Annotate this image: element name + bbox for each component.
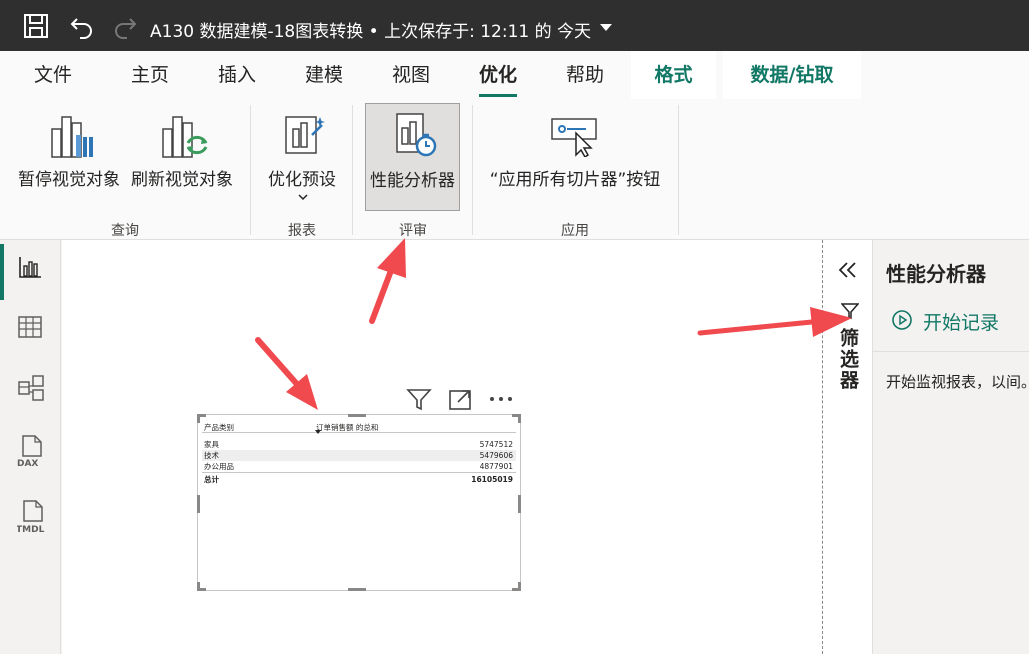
nav-report-view[interactable] <box>0 240 61 300</box>
filter-icon <box>841 303 859 320</box>
tab-home[interactable]: 主页 <box>131 51 169 99</box>
group-label-review: 评审 <box>399 223 427 239</box>
play-circle-icon <box>892 310 912 330</box>
filter-pane-collapsed[interactable]: 筛选器 <box>822 240 872 654</box>
refresh-visuals-icon <box>162 116 208 158</box>
cell-category: 技术 <box>204 451 219 460</box>
pause-visuals-icon <box>51 116 93 158</box>
group-label-report: 报表 <box>288 223 316 239</box>
apply-all-slicers-label: “应用所有切片器”按钮 <box>489 170 661 190</box>
table-view-icon <box>18 316 42 338</box>
resize-handle[interactable] <box>197 414 200 423</box>
tab-view[interactable]: 视图 <box>392 51 430 99</box>
performance-analyzer-icon <box>396 113 437 157</box>
resize-handle[interactable] <box>197 495 200 513</box>
svg-text:TMDL: TMDL <box>17 525 45 535</box>
save-icon[interactable] <box>23 13 49 39</box>
table-header: 产品类别 订单销售额 的总和 <box>202 419 516 434</box>
dax-query-view-icon: DAX <box>17 435 42 468</box>
svg-text:DAX: DAX <box>17 459 38 468</box>
focus-mode-icon[interactable] <box>448 387 472 411</box>
nav-dax-query-view[interactable]: DAX <box>0 420 61 478</box>
performance-analyzer-label: 性能分析器 <box>370 171 455 191</box>
cell-total-value: 16105019 <box>471 475 513 484</box>
tab-format[interactable]: 格式 <box>631 51 716 99</box>
group-separator <box>678 105 679 235</box>
resize-handle[interactable] <box>518 414 521 423</box>
model-view-icon <box>18 375 44 401</box>
nav-model-view[interactable] <box>0 360 61 418</box>
performance-analyzer-button[interactable]: 性能分析器 <box>365 103 460 211</box>
more-options-icon[interactable] <box>488 395 514 403</box>
table-row: 技术 5479606 <box>202 450 516 461</box>
divider <box>873 351 1029 352</box>
cell-category: 办公用品 <box>204 462 234 471</box>
tab-help[interactable]: 帮助 <box>566 51 604 99</box>
apply-all-slicers-icon <box>551 118 597 157</box>
left-nav: DAX TMDL <box>0 240 61 654</box>
pause-visuals-button[interactable]: 暂停视觉对象 <box>10 103 128 211</box>
resize-handle[interactable] <box>197 582 200 591</box>
table-row: 家具 5747512 <box>202 439 516 450</box>
resize-handle[interactable] <box>348 414 366 417</box>
title-bar: A130 数据建模-18图表转换 • 上次保存于: 12:11 的 今天 <box>0 0 1029 51</box>
tab-insert[interactable]: 插入 <box>218 51 256 99</box>
table-total-row: 总计 16105019 <box>202 472 516 486</box>
group-label-apply: 应用 <box>561 223 589 239</box>
group-separator <box>250 105 251 235</box>
expand-chevrons-icon[interactable] <box>837 260 859 280</box>
tab-modeling[interactable]: 建模 <box>305 51 343 99</box>
undo-icon[interactable] <box>69 13 95 39</box>
redo-icon[interactable] <box>112 13 138 39</box>
start-recording-label: 开始记录 <box>923 312 1000 334</box>
data-table: 产品类别 订单销售额 的总和 家具 5747512 技术 5479606 办公用… <box>202 419 516 486</box>
document-title: A130 数据建模-18图表转换 • 上次保存于: 12:11 的 今天 <box>150 22 592 42</box>
cell-category: 家具 <box>204 440 219 449</box>
apply-all-slicers-button[interactable]: “应用所有切片器”按钮 <box>482 103 668 211</box>
filter-icon[interactable] <box>406 387 432 411</box>
optimize-presets-icon <box>285 116 325 154</box>
cell-value: 5479606 <box>479 451 513 460</box>
ribbon: 暂停视觉对象 刷新视觉对象 查询 优化预设 报表 性能分析器 评审 “应用所有切… <box>0 99 1029 240</box>
group-label-query: 查询 <box>111 223 139 239</box>
cell-total-label: 总计 <box>204 475 219 484</box>
performance-analyzer-pane: 性能分析器 开始记录 开始监视报表，以间。 <box>872 240 1029 654</box>
pane-title: 性能分析器 <box>886 262 986 286</box>
dropdown-caret-icon[interactable] <box>600 24 612 31</box>
refresh-visuals-label: 刷新视觉对象 <box>131 170 233 190</box>
table-visual[interactable]: 产品类别 订单销售额 的总和 家具 5747512 技术 5479606 办公用… <box>197 414 521 591</box>
ribbon-tabs: 文件 主页 插入 建模 视图 优化 帮助 格式 数据/钻取 <box>0 51 1029 99</box>
tab-optimize[interactable]: 优化 <box>479 51 518 99</box>
tmdl-view-icon: TMDL <box>17 500 45 535</box>
pause-visuals-label: 暂停视觉对象 <box>18 170 120 190</box>
optimize-presets-label: 优化预设 <box>268 170 336 190</box>
chevron-down-icon <box>298 194 308 201</box>
nav-table-view[interactable] <box>0 300 61 358</box>
group-separator <box>472 105 473 235</box>
tab-file[interactable]: 文件 <box>34 51 72 99</box>
resize-handle[interactable] <box>518 582 521 591</box>
tab-data-drill[interactable]: 数据/钻取 <box>723 51 861 99</box>
column-header-category[interactable]: 产品类别 <box>204 422 234 433</box>
report-view-icon <box>19 257 41 278</box>
table-row: 办公用品 4877901 <box>202 461 516 472</box>
filter-pane-label: 筛选器 <box>837 328 859 391</box>
resize-handle[interactable] <box>348 588 366 591</box>
visual-header <box>400 385 520 413</box>
optimize-presets-button[interactable]: 优化预设 <box>260 103 344 211</box>
refresh-visuals-button[interactable]: 刷新视觉对象 <box>126 103 238 211</box>
column-header-sales[interactable]: 订单销售额 的总和 <box>316 422 378 433</box>
resize-handle[interactable] <box>518 495 521 513</box>
nav-tmdl-view[interactable]: TMDL <box>0 485 61 543</box>
cell-value: 4877901 <box>479 462 513 471</box>
cell-value: 5747512 <box>479 440 513 449</box>
pane-description: 开始监视报表，以间。 <box>886 373 1029 391</box>
group-separator <box>352 105 353 235</box>
sort-arrow-icon <box>315 430 321 434</box>
